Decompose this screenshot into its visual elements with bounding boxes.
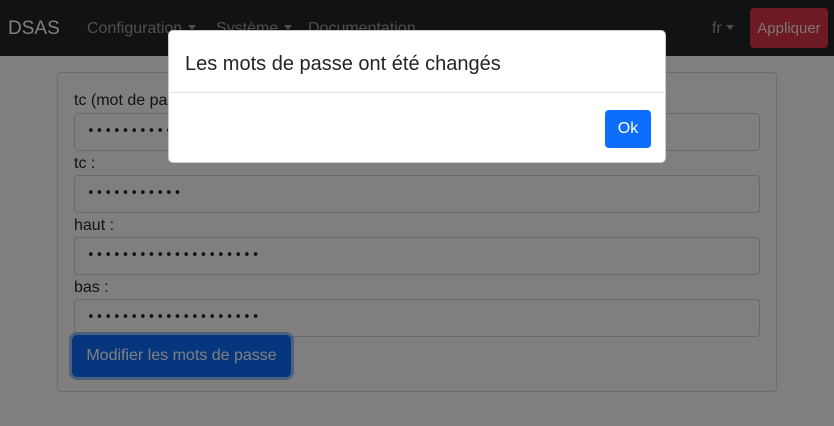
dialog-divider — [169, 92, 665, 93]
dialog-message: Les mots de passe ont été changés — [185, 53, 501, 75]
ok-button[interactable]: Ok — [605, 110, 651, 148]
confirmation-dialog: Les mots de passe ont été changés Ok — [168, 30, 666, 163]
